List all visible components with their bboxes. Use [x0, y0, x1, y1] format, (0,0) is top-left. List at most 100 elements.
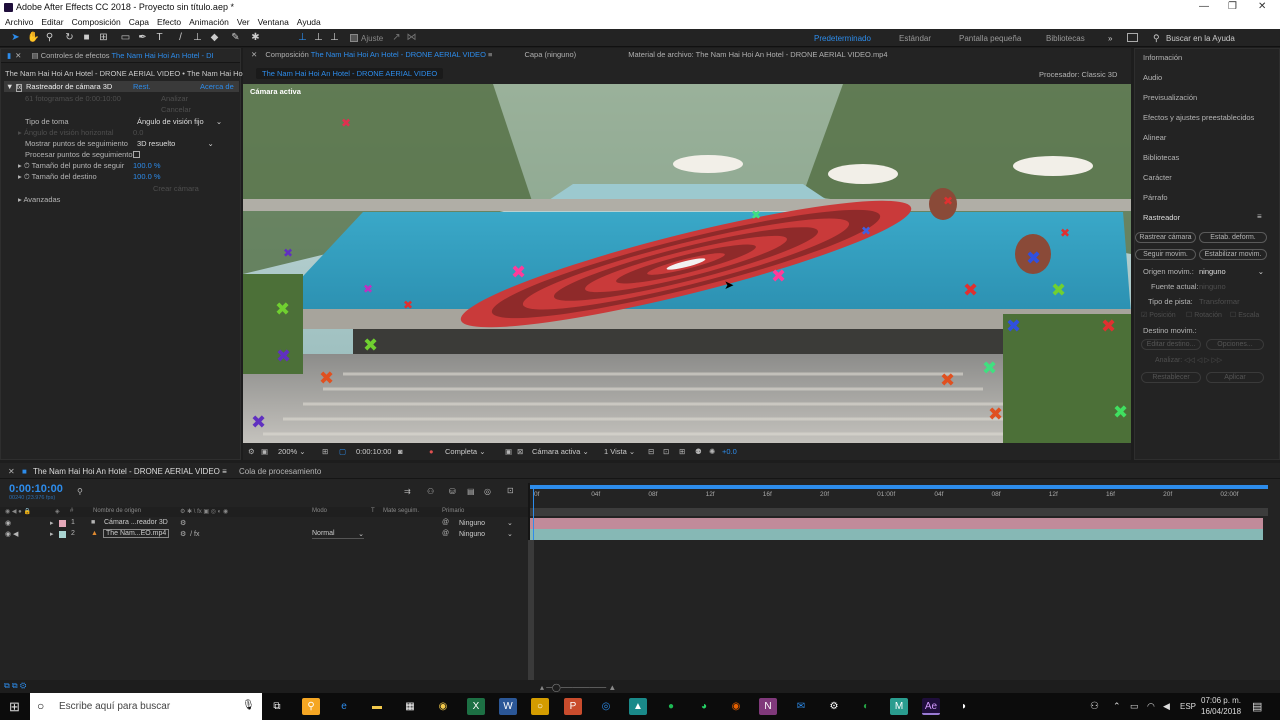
expand-arrow-icon[interactable]: ▸: [50, 519, 54, 527]
axis-world-icon[interactable]: ⊥: [313, 32, 324, 43]
track-point-icon[interactable]: ✖: [1051, 282, 1066, 300]
timecode-display[interactable]: 0:00:10:00: [9, 483, 63, 495]
app-icon[interactable]: ○: [531, 698, 549, 715]
work-area-bar[interactable]: [530, 485, 1268, 489]
mail-icon[interactable]: ✉: [792, 698, 810, 715]
track-point-icon[interactable]: ✖: [341, 114, 351, 132]
snapshot-icon[interactable]: ⚙: [248, 447, 255, 456]
layer-name[interactable]: The Nam...EO.mp4: [103, 529, 170, 538]
roto-brush-tool-icon[interactable]: ✎: [230, 32, 241, 43]
network-icon[interactable]: ▭: [1130, 701, 1139, 712]
after-effects-icon[interactable]: Ae: [922, 698, 940, 715]
puppet-tool-icon[interactable]: ✱: [250, 32, 261, 43]
composition-tab[interactable]: Composición The Nam Hai Hoi An Hotel - D…: [265, 50, 492, 59]
zoom-dropdown[interactable]: 200% ⌄: [278, 447, 306, 456]
track-point-icon[interactable]: ✖: [283, 244, 293, 262]
scale-checkbox[interactable]: ☐ Escala: [1230, 311, 1259, 319]
windows-start-icon[interactable]: ⊞: [9, 699, 20, 715]
wifi-icon[interactable]: ◠: [1147, 701, 1155, 712]
mask-icon[interactable]: ▢: [339, 447, 346, 456]
parent-dropdown[interactable]: Ninguno ⌄: [459, 519, 513, 527]
workspace-predeterminado[interactable]: Predeterminado: [814, 34, 871, 43]
track-point-icon[interactable]: ✖: [751, 206, 761, 224]
time-ruler[interactable]: 0f 04f 08f 12f 16f 20f 01:00f 04f 08f 12f 16f 20f 02…: [530, 491, 1268, 505]
notifications-icon[interactable]: ▤: [1252, 700, 1262, 713]
stabilize-motion-button[interactable]: Estabilizar movim.: [1199, 249, 1267, 260]
flowchart-icon[interactable]: ⚉: [695, 447, 702, 456]
position-checkbox[interactable]: ☑ Posición: [1141, 311, 1176, 319]
rectangle-tool-icon[interactable]: ▭: [120, 32, 131, 43]
apply-button[interactable]: Aplicar: [1206, 372, 1264, 383]
taskbar-search-input[interactable]: Escribe aquí para buscar: [59, 701, 170, 712]
track-point-icon[interactable]: ✖: [1101, 318, 1116, 336]
zoom-tool-icon[interactable]: ⚲: [44, 32, 55, 43]
options-button[interactable]: Opciones...: [1206, 339, 1264, 350]
monitor-icon[interactable]: ▣: [261, 447, 268, 456]
file-explorer-icon[interactable]: ▬: [368, 698, 386, 715]
motion-blur-icon[interactable]: ◎: [484, 487, 491, 496]
brush-tool-icon[interactable]: /: [175, 32, 186, 43]
composition-viewer[interactable]: Cámara activa ✖ ✖ ✖ ✖ ✖ ✖ ✖ ✖ ✖ ✖ ✖ ✖ ✖ …: [243, 84, 1131, 443]
current-time-display[interactable]: 0:00:10:00: [356, 447, 391, 456]
minimize-button[interactable]: —: [1199, 1, 1209, 12]
footage-layer-bar[interactable]: [530, 529, 1263, 540]
maximize-button[interactable]: ❐: [1228, 1, 1237, 12]
layer-switches-icons[interactable]: ⚙ / fx: [180, 530, 200, 538]
fast-previews-icon[interactable]: ⊡: [663, 447, 669, 456]
firefox-icon[interactable]: ◉: [727, 698, 745, 715]
fov-value[interactable]: 0.0: [133, 128, 143, 137]
mode-column[interactable]: Modo: [312, 508, 327, 514]
track-point-icon[interactable]: ✖: [363, 337, 378, 355]
menu-editar[interactable]: Editar: [41, 17, 63, 27]
task-view-icon[interactable]: ⧉: [268, 698, 286, 715]
camera-view-dropdown[interactable]: Cámara activa ⌄: [532, 447, 589, 456]
track-point-icon[interactable]: ✖: [511, 264, 526, 282]
collapse-switch-icon[interactable]: ⚙: [180, 519, 186, 527]
globe-app-icon[interactable]: ◎: [597, 698, 615, 715]
visibility-icon[interactable]: ◉ ◀: [5, 530, 18, 538]
panel-bibliotecas[interactable]: Bibliotecas: [1143, 153, 1179, 162]
tracker-panel-title[interactable]: Rastreador: [1143, 213, 1180, 222]
layer-label-color[interactable]: [59, 531, 66, 538]
create-camera-button[interactable]: Crear cámara: [153, 184, 199, 193]
shot-type-dropdown[interactable]: Ángulo de visión fijo ⌄: [137, 117, 222, 126]
exposure-reset-icon[interactable]: ✺: [709, 447, 715, 456]
target-size-value[interactable]: 100.0 %: [133, 172, 161, 181]
toggle-pixel-aspect-icon[interactable]: ⊟: [648, 447, 654, 456]
track-point-icon[interactable]: ✖: [940, 372, 955, 390]
layer-row[interactable]: ◉ ▸ 1 ■ Cámara ...reador 3D ⚙ @ Ninguno …: [0, 518, 528, 529]
panel-efectos-ajustes[interactable]: Efectos y ajustes preestablecidos: [1143, 113, 1254, 122]
eraser-tool-icon[interactable]: ◆: [209, 32, 220, 43]
track-motion-button[interactable]: Seguir movim.: [1135, 249, 1196, 260]
reset-button[interactable]: Restablecer: [1141, 372, 1201, 383]
panel-parrafo[interactable]: Párrafo: [1143, 193, 1168, 202]
comp-navigator-tab[interactable]: The Nam Hai Hoi An Hotel - DRONE AERIAL …: [256, 68, 444, 79]
comp-flowchart-icons[interactable]: ⧉ ⧉ ⚙: [4, 681, 26, 691]
menu-efecto[interactable]: Efecto: [157, 17, 181, 27]
powerpoint-icon[interactable]: P: [564, 698, 582, 715]
menu-ayuda[interactable]: Ayuda: [297, 17, 321, 27]
render-queue-tab[interactable]: Cola de procesamiento: [239, 467, 321, 476]
snap-option-icon-2[interactable]: ⋈: [406, 32, 417, 43]
tab-close-icon[interactable]: ✕: [15, 51, 21, 60]
menu-capa[interactable]: Capa: [129, 17, 149, 27]
excel-icon[interactable]: X: [467, 698, 485, 715]
timeline-zoom-slider[interactable]: ▴ ─◯──────── ▲: [540, 683, 616, 692]
word-icon[interactable]: W: [499, 698, 517, 715]
track-point-icon[interactable]: ✖: [319, 370, 334, 388]
track-point-icon[interactable]: ✖: [988, 406, 1003, 424]
rotation-checkbox[interactable]: ☐ Rotación: [1186, 311, 1222, 319]
spotify-icon[interactable]: ●: [662, 698, 680, 715]
camera-tool-icon[interactable]: ■: [81, 32, 92, 43]
frame-blending-icon[interactable]: ▤: [467, 487, 475, 496]
volume-icon[interactable]: ◀: [1163, 701, 1170, 712]
snap-option-icon[interactable]: ↗: [391, 32, 402, 43]
track-point-icon[interactable]: ✖: [861, 222, 871, 240]
sync-settings-icon[interactable]: [1127, 33, 1138, 42]
footage-tab[interactable]: Material de archivo: The Nam Hai Hoi An …: [628, 50, 887, 59]
effect-controls-tab[interactable]: ▮ ✕ ▤ Controles de efectos The Nam Hai Ho…: [1, 49, 240, 63]
parent-pickwhip-icon[interactable]: @: [442, 519, 449, 526]
language-indicator[interactable]: ESP: [1180, 702, 1196, 711]
source-name-column[interactable]: Nombre de origen: [93, 508, 141, 514]
search-icon[interactable]: ⚲: [77, 487, 83, 496]
